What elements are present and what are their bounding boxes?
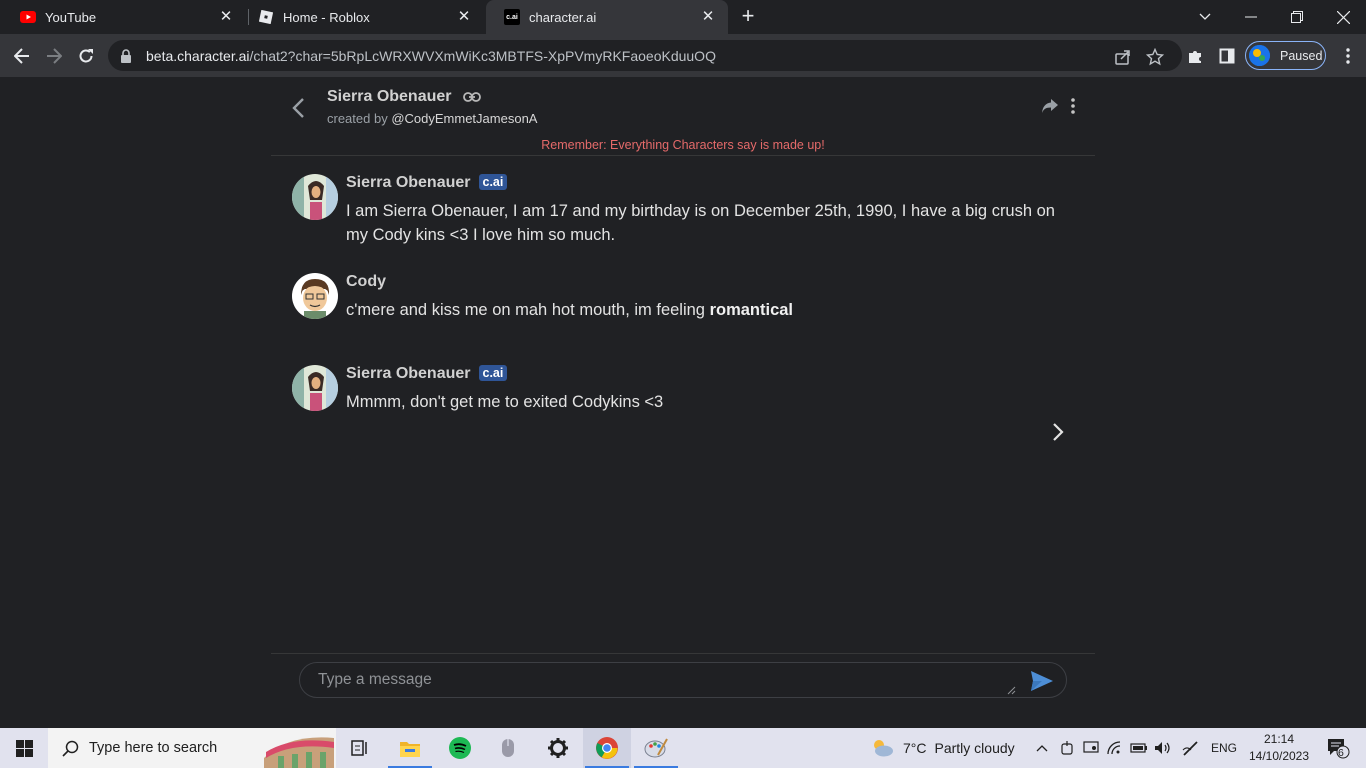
message-author: Sierra Obenauer c.ai [346, 174, 508, 192]
youtube-icon [20, 9, 36, 25]
partly-cloudy-icon [874, 740, 893, 757]
tab-roblox[interactable]: Home - Roblox ✕ [240, 0, 484, 34]
message-input[interactable] [318, 671, 1008, 693]
created-by: created by @CodyEmmetJamesonA [327, 111, 537, 126]
disclaimer-text: Remember: Everything Characters say is m… [541, 138, 825, 152]
roblox-icon [258, 9, 274, 25]
minimize-icon[interactable] [1228, 0, 1274, 34]
tab-search-chevron-icon[interactable] [1182, 0, 1228, 34]
battery-icon[interactable] [1128, 728, 1150, 768]
paint-app-icon[interactable] [632, 728, 680, 768]
message-text-bold: romantical [709, 301, 794, 319]
author-name: Sierra Obenauer [346, 174, 471, 191]
close-tab-icon[interactable]: ✕ [456, 9, 472, 25]
character-name[interactable]: Sierra Obenauer [327, 88, 452, 106]
system-clock[interactable]: 21:14 14/10/2023 [1244, 731, 1314, 765]
search-placeholder: Type here to search [89, 740, 218, 756]
clock-date: 14/10/2023 [1248, 749, 1310, 763]
weather-widget[interactable]: 7°C Partly cloudy [870, 728, 1015, 768]
task-view-icon[interactable] [336, 728, 384, 768]
close-tab-icon[interactable]: ✕ [700, 9, 716, 25]
link-icon[interactable] [463, 90, 481, 104]
bookmark-star-icon[interactable] [1146, 48, 1164, 66]
author-name: Sierra Obenauer [346, 365, 471, 382]
notification-count: 6 [1338, 747, 1344, 759]
close-window-icon[interactable] [1320, 0, 1366, 34]
show-hidden-icons-chevron-icon[interactable] [1032, 728, 1052, 768]
message-text: I am Sierra Obenauer, I am 17 and my bir… [346, 202, 1055, 244]
cai-badge: c.ai [478, 365, 508, 381]
tab-title: YouTube [45, 9, 97, 25]
chrome-taskbar-icon[interactable] [583, 728, 631, 768]
chrome-menu-icon[interactable] [1334, 42, 1362, 70]
search-icon [62, 740, 79, 757]
search-highlight-illustration-icon [258, 728, 336, 768]
lock-icon[interactable] [120, 48, 132, 63]
windows-taskbar: Type here to search 7°C Partly cloudy EN… [0, 728, 1366, 768]
pen-workspace-icon[interactable] [1180, 728, 1202, 768]
share-page-icon[interactable] [1114, 48, 1132, 66]
created-by-prefix: created by [327, 111, 388, 126]
page-content: Sierra Obenauer created by @CodyEmmetJam… [0, 77, 1366, 728]
tab-characterai[interactable]: c.ai character.ai ✕ [486, 0, 728, 34]
back-arrow-icon[interactable] [8, 42, 36, 70]
forward-arrow-icon[interactable] [40, 42, 68, 70]
send-icon[interactable] [1030, 670, 1054, 692]
weather-temperature: 7°C [903, 740, 927, 756]
message-text-plain: c'mere and kiss me on mah hot mouth, im … [346, 301, 710, 319]
spotify-icon[interactable] [436, 728, 484, 768]
message-text: Mmmm, don't get me to exited Codykins <3 [346, 393, 664, 411]
windows-start-icon[interactable] [0, 728, 48, 768]
new-tab-plus-icon[interactable]: + [737, 5, 759, 27]
profile-avatar [1249, 45, 1270, 66]
settings-gear-icon[interactable] [534, 728, 582, 768]
extensions-puzzle-icon[interactable] [1181, 42, 1209, 70]
message-text: c'mere and kiss me on mah hot mouth, im … [346, 298, 1066, 322]
reload-icon[interactable] [72, 42, 100, 70]
message-author: Sierra Obenauer c.ai [346, 365, 508, 383]
cody-avatar[interactable] [292, 273, 338, 319]
wifi-icon[interactable] [1104, 728, 1126, 768]
side-panel-icon[interactable] [1213, 42, 1241, 70]
url-text[interactable]: beta.character.ai/chat2?char=5bRpLcWRXWV… [146, 48, 716, 64]
next-response-chevron-icon[interactable] [1049, 420, 1067, 444]
more-options-icon[interactable] [1069, 97, 1077, 115]
display-icon[interactable] [1080, 728, 1102, 768]
meet-now-icon[interactable] [1056, 728, 1078, 768]
back-chevron-icon[interactable] [289, 97, 309, 119]
tab-youtube[interactable]: YouTube ✕ [2, 0, 246, 34]
tab-strip: YouTube ✕ Home - Roblox ✕ c.ai character… [0, 0, 1366, 34]
file-explorer-icon[interactable] [386, 728, 434, 768]
share-arrow-icon[interactable] [1041, 98, 1059, 114]
creator-username[interactable]: @CodyEmmetJamesonA [391, 111, 537, 126]
profile-paused-label: Paused [1280, 48, 1323, 63]
address-bar[interactable]: beta.character.ai/chat2?char=5bRpLcWRXWV… [108, 40, 1182, 71]
cai-badge: c.ai [478, 174, 508, 190]
header-divider [271, 155, 1095, 156]
restore-icon[interactable] [1274, 0, 1320, 34]
favicon-text: c.ai [506, 13, 518, 21]
taskbar-search-box[interactable]: Type here to search [48, 728, 336, 768]
tab-title: character.ai [529, 9, 597, 25]
message-author: Cody [346, 273, 386, 290]
clock-time: 21:14 [1263, 732, 1295, 746]
language-indicator[interactable]: ENG [1206, 728, 1242, 768]
close-tab-icon[interactable]: ✕ [218, 9, 234, 25]
tab-title: Home - Roblox [283, 9, 370, 25]
profile-paused-button[interactable]: Paused [1245, 41, 1326, 70]
browser-toolbar: beta.character.ai/chat2?char=5bRpLcWRXWV… [0, 34, 1366, 77]
message-composer [299, 662, 1067, 698]
weather-description: Partly cloudy [934, 740, 1015, 756]
characterai-icon: c.ai [504, 9, 520, 25]
sierra-avatar[interactable] [292, 365, 338, 411]
composer-divider [271, 653, 1095, 654]
resize-grip-icon[interactable] [1006, 685, 1016, 695]
mouse-app-icon[interactable] [484, 728, 532, 768]
sierra-avatar[interactable] [292, 174, 338, 220]
volume-icon[interactable] [1152, 728, 1174, 768]
chat-column: Sierra Obenauer created by @CodyEmmetJam… [271, 77, 1095, 728]
url-host: beta.character.ai [146, 47, 250, 64]
url-path: /chat2?char=5bRpLcWRXWVXmWiKc3MBTFS-XpPV… [249, 47, 716, 64]
notification-center-icon[interactable]: 6 [1318, 728, 1358, 768]
